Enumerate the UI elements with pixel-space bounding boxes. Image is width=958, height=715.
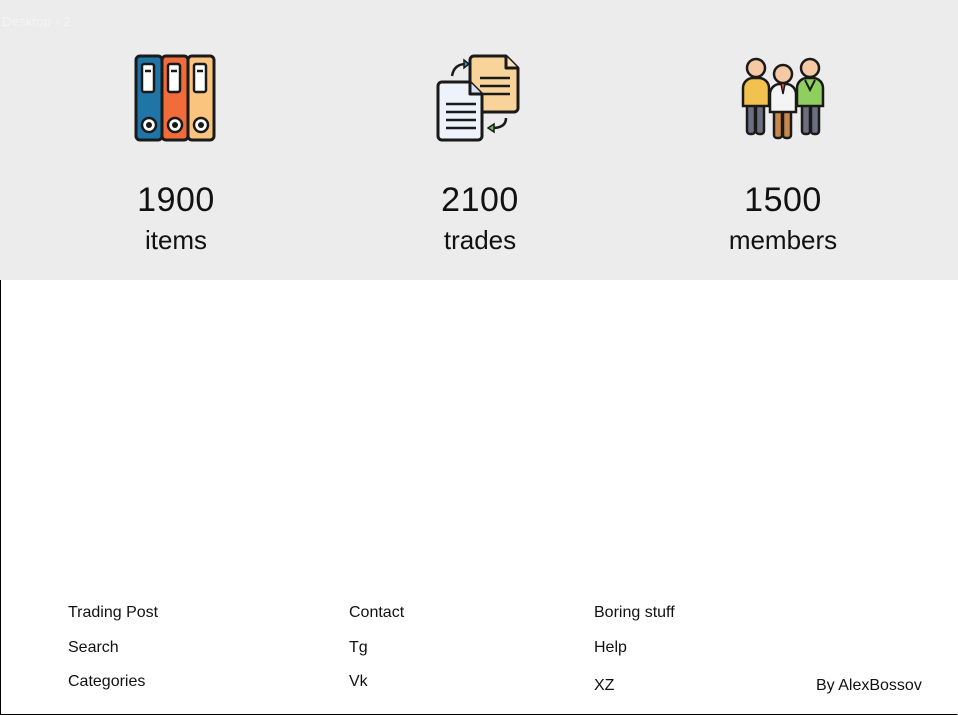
page-frame-border (0, 280, 958, 715)
stat-label: trades (443, 225, 517, 255)
stat-label: items (144, 225, 208, 255)
stat-value: 1900 (137, 181, 215, 219)
footer-link-trading-post[interactable]: Trading Post (68, 603, 158, 623)
stat-members: 1500 members (683, 52, 883, 256)
footer-link-tg[interactable]: Tg (349, 638, 368, 658)
footer-link-xz[interactable]: XZ (594, 676, 614, 696)
document-exchange-icon (436, 54, 520, 142)
footer-link-boring-stuff[interactable]: Boring stuff (594, 603, 675, 623)
footer-link-search[interactable]: Search (68, 638, 119, 658)
footer-link-contact[interactable]: Contact (349, 603, 404, 623)
binders-icon (134, 54, 216, 142)
stat-value: 2100 (441, 181, 519, 219)
frame-label: Desktop - 2 (2, 14, 71, 29)
footer-link-categories[interactable]: Categories (68, 672, 145, 692)
stat-value: 1500 (744, 181, 822, 219)
footer-credit: By AlexBossov (816, 677, 922, 694)
footer-link-help[interactable]: Help (594, 638, 627, 658)
stat-items: 1900 items (76, 52, 276, 256)
people-group-icon (741, 57, 825, 140)
footer-link-vk[interactable]: Vk (349, 672, 368, 692)
stat-trades: 2100 trades (380, 52, 580, 256)
stat-label: members (728, 225, 838, 255)
